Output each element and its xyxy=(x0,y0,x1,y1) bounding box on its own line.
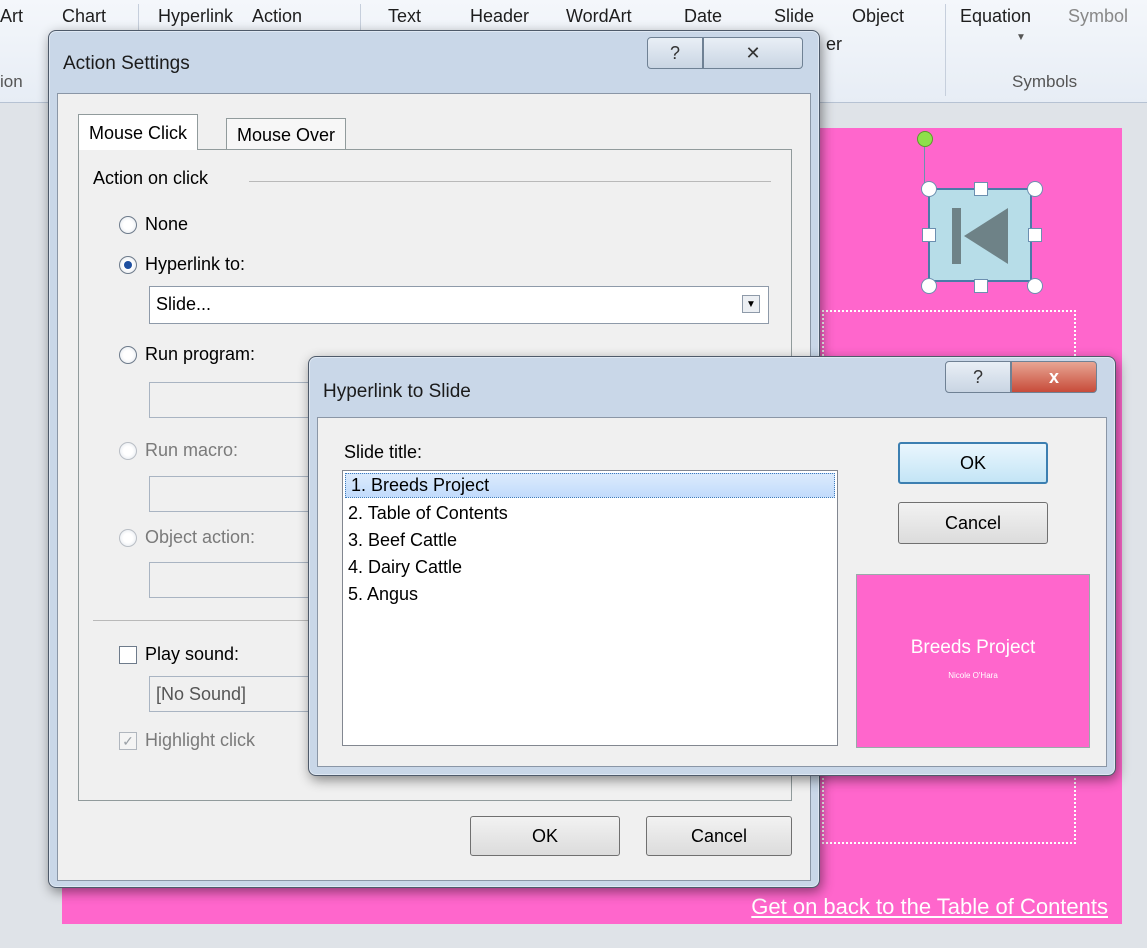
chevron-down-icon[interactable]: ▼ xyxy=(742,295,760,313)
radio-none[interactable]: None xyxy=(119,214,188,235)
radio-hyperlink[interactable]: Hyperlink to: xyxy=(119,254,245,275)
radio-button-selected[interactable] xyxy=(119,255,137,274)
slide-hyperlink-text[interactable]: Get on back to the Table of Contents xyxy=(751,894,1108,920)
ribbon-group-symbols: Symbols xyxy=(1012,72,1078,91)
help-icon: ? xyxy=(972,366,983,387)
resize-handle[interactable] xyxy=(1028,228,1042,242)
ribbon-smartart[interactable]: Art xyxy=(0,6,23,27)
list-item[interactable]: 4. Dairy Cattle xyxy=(343,554,837,581)
play-sound-label: Play sound: xyxy=(145,644,240,664)
resize-handle[interactable] xyxy=(974,279,988,293)
list-item[interactable]: 2. Table of Contents xyxy=(343,500,837,527)
back-arrow-icon xyxy=(952,208,1008,264)
list-item[interactable]: 3. Beef Cattle xyxy=(343,527,837,554)
hyperlink-to-slide-dialog: Hyperlink to Slide ? x Slide title: 1. B… xyxy=(308,356,1116,776)
checkbox[interactable] xyxy=(119,645,137,664)
radio-button[interactable] xyxy=(119,215,137,234)
ribbon-wordart[interactable]: WordArt xyxy=(566,6,632,27)
radio-run-macro-label: Run macro: xyxy=(145,440,239,460)
close-icon: x xyxy=(1048,366,1059,387)
ribbon-slide-number-fragment: er xyxy=(826,34,843,54)
ribbon-object[interactable]: Object xyxy=(852,6,904,27)
sound-value: [No Sound] xyxy=(156,684,247,704)
hyperlink-dropdown-value: Slide... xyxy=(156,294,212,314)
cancel-label: Cancel xyxy=(690,825,748,846)
resize-handle[interactable] xyxy=(974,182,988,196)
ribbon-date[interactable]: Date xyxy=(684,6,722,27)
close-button[interactable]: ✕ xyxy=(703,37,803,69)
radio-none-label: None xyxy=(145,214,189,234)
radio-object-action[interactable]: Object action: xyxy=(119,527,255,548)
cancel-button[interactable]: Cancel xyxy=(646,816,792,856)
cancel-label: Cancel xyxy=(944,512,1002,533)
radio-button[interactable] xyxy=(119,345,137,364)
preview-subtitle: Nicole O'Hara xyxy=(948,671,998,680)
radio-hyperlink-label: Hyperlink to: xyxy=(145,254,246,274)
resize-handle[interactable] xyxy=(1027,278,1043,294)
ribbon-chart[interactable]: Chart xyxy=(62,6,106,27)
radio-run-program[interactable]: Run program: xyxy=(119,344,255,365)
resize-handle[interactable] xyxy=(921,181,937,197)
play-sound-checkbox[interactable]: Play sound: xyxy=(119,644,239,665)
ok-button[interactable]: OK xyxy=(898,442,1048,484)
dialog-title: Action Settings xyxy=(63,53,190,74)
action-button-body[interactable] xyxy=(928,188,1032,282)
ribbon-textbox[interactable]: Text xyxy=(388,6,421,27)
close-button[interactable]: x xyxy=(1011,361,1097,393)
ribbon-equation[interactable]: Equation xyxy=(960,6,1031,27)
checkmark-icon[interactable]: ✓ xyxy=(119,731,137,750)
radio-button-disabled[interactable] xyxy=(119,441,137,460)
help-icon: ? xyxy=(669,42,680,63)
help-button[interactable]: ? xyxy=(945,361,1011,393)
ribbon-separator xyxy=(945,4,946,96)
hyperlink-dropdown[interactable]: Slide... ▼ xyxy=(149,286,769,324)
chevron-down-icon[interactable]: ▼ xyxy=(1016,32,1026,43)
radio-run-program-label: Run program: xyxy=(145,344,256,364)
group-divider xyxy=(249,181,771,182)
ok-label: OK xyxy=(531,825,558,846)
slide-list[interactable]: 1. Breeds Project 2. Table of Contents 3… xyxy=(342,470,838,746)
rotation-handle[interactable] xyxy=(917,131,933,147)
ribbon-action[interactable]: Action xyxy=(252,6,302,27)
ribbon-hyperlink[interactable]: Hyperlink xyxy=(158,6,233,27)
slide-preview: Breeds Project Nicole O'Hara xyxy=(856,574,1090,748)
tab-mouse-over[interactable]: Mouse Over xyxy=(226,118,347,150)
action-group-label: Action on click xyxy=(93,168,215,189)
radio-button-disabled[interactable] xyxy=(119,528,137,547)
ok-button[interactable]: OK xyxy=(470,816,620,856)
preview-title: Breeds Project xyxy=(910,637,1036,658)
slide-title-label: Slide title: xyxy=(344,442,423,462)
radio-object-action-label: Object action: xyxy=(145,527,256,547)
dialog-client-area: Slide title: 1. Breeds Project 2. Table … xyxy=(317,417,1107,767)
resize-handle[interactable] xyxy=(1027,181,1043,197)
help-button[interactable]: ? xyxy=(647,37,703,69)
list-item[interactable]: 5. Angus xyxy=(343,581,837,608)
resize-handle[interactable] xyxy=(921,278,937,294)
ribbon-slide-number[interactable]: Slide xyxy=(774,6,814,27)
ok-label: OK xyxy=(959,452,986,473)
highlight-click-label: Highlight click xyxy=(145,730,256,750)
close-icon: ✕ xyxy=(745,42,761,63)
ribbon-header[interactable]: Header xyxy=(470,6,529,27)
ribbon-group-label: ion xyxy=(0,72,23,91)
back-action-button-shape[interactable] xyxy=(921,181,1043,294)
cancel-button[interactable]: Cancel xyxy=(898,502,1048,544)
highlight-click-checkbox[interactable]: ✓ Highlight click xyxy=(119,730,255,751)
tab-mouse-click[interactable]: Mouse Click xyxy=(78,114,199,150)
list-item-selected[interactable]: 1. Breeds Project xyxy=(345,473,835,498)
dialog-title: Hyperlink to Slide xyxy=(323,381,471,402)
ribbon-symbol[interactable]: Symbol xyxy=(1068,6,1128,27)
resize-handle[interactable] xyxy=(922,228,936,242)
radio-run-macro[interactable]: Run macro: xyxy=(119,440,238,461)
